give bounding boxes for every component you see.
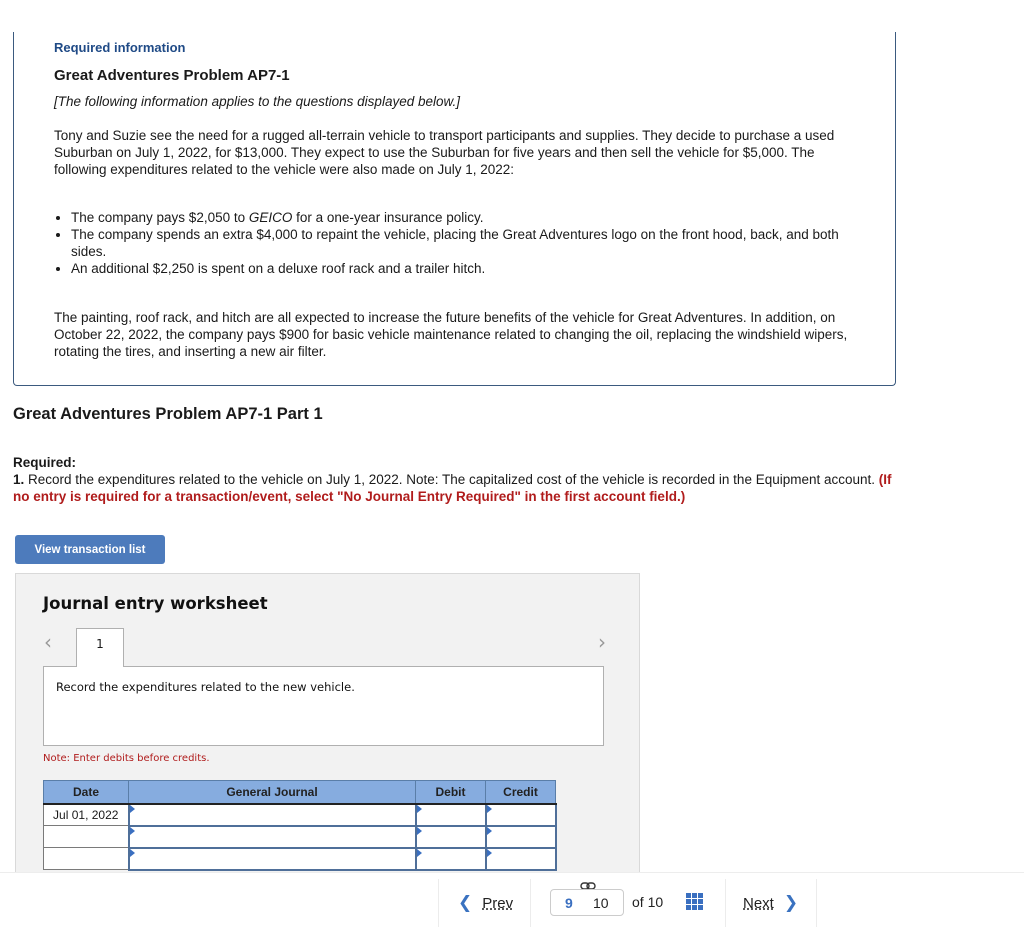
prev-button[interactable]: ❮ Prev xyxy=(458,893,513,913)
current-page[interactable]: 9 xyxy=(565,895,573,911)
column-header-debit: Debit xyxy=(415,780,486,805)
chevron-right-icon: ❯ xyxy=(783,893,799,913)
credit-input[interactable] xyxy=(486,804,555,825)
debits-note: Note: Enter debits before credits. xyxy=(43,753,210,764)
linked-page[interactable]: 10 xyxy=(593,895,609,911)
item-number: 1. xyxy=(13,472,25,487)
account-input[interactable] xyxy=(129,804,415,825)
list-item: The company pays $2,050 to GEICO for a o… xyxy=(71,209,844,226)
account-input[interactable] xyxy=(129,826,415,847)
chevron-right-icon[interactable]: › xyxy=(598,630,606,654)
account-input[interactable] xyxy=(129,848,415,869)
worksheet-title: Journal entry worksheet xyxy=(43,594,268,613)
table-row xyxy=(43,824,557,849)
divider xyxy=(816,879,817,927)
pagination-bar: ❮ Prev 9 10 of 10 Next ❯ xyxy=(0,872,1024,928)
account-cell[interactable] xyxy=(127,802,417,827)
description-text: Record the expenditures related to the n… xyxy=(56,680,355,694)
date-cell xyxy=(43,847,129,870)
problem-title: Great Adventures Problem AP7-1 xyxy=(54,67,290,84)
journal-table: Date General Journal Debit Credit Jul 01… xyxy=(43,780,557,871)
divider xyxy=(438,879,439,927)
applies-note: [The following information applies to th… xyxy=(54,94,460,109)
view-transaction-list-button[interactable]: View transaction list xyxy=(15,535,165,564)
next-button[interactable]: Next ❯ xyxy=(743,893,798,913)
next-label: Next xyxy=(743,894,774,912)
part-title: Great Adventures Problem AP7-1 Part 1 xyxy=(13,405,323,423)
required-information-label: Required information xyxy=(54,40,186,55)
credit-cell[interactable] xyxy=(484,802,557,827)
instruction-text: Record the expenditures related to the v… xyxy=(24,472,879,487)
credit-cell[interactable] xyxy=(484,824,557,849)
required-label: Required: xyxy=(13,455,77,470)
grid-icon[interactable] xyxy=(686,893,703,910)
date-cell xyxy=(43,825,129,848)
closing-paragraph: The painting, roof rack, and hitch are a… xyxy=(54,310,848,359)
debit-cell[interactable] xyxy=(414,802,487,827)
table-row: Jul 01, 2022 xyxy=(43,802,557,827)
column-header-credit: Credit xyxy=(485,780,556,805)
table-row xyxy=(43,846,557,871)
debit-input[interactable] xyxy=(416,804,485,825)
chevron-left-icon: ❮ xyxy=(458,893,473,913)
date-cell: Jul 01, 2022 xyxy=(43,803,129,826)
journal-entry-worksheet: Journal entry worksheet ‹ 1 › Record the… xyxy=(15,573,640,873)
required-information-panel: Required information Great Adventures Pr… xyxy=(13,32,896,386)
debit-cell[interactable] xyxy=(414,846,487,871)
bullet-text: The company pays $2,050 to xyxy=(71,210,249,225)
divider xyxy=(725,879,726,927)
column-header-date: Date xyxy=(43,780,129,805)
intro-paragraph: Tony and Suzie see the need for a rugged… xyxy=(54,128,835,177)
account-cell[interactable] xyxy=(127,846,417,871)
debit-input[interactable] xyxy=(416,848,485,869)
divider xyxy=(530,879,531,927)
required-instruction: 1. Record the expenditures related to th… xyxy=(13,471,893,505)
list-item: An additional $2,250 is spent on a delux… xyxy=(71,260,844,277)
chevron-left-icon[interactable]: ‹ xyxy=(44,630,52,654)
page-count: of 10 xyxy=(632,894,664,910)
account-cell[interactable] xyxy=(127,824,417,849)
prev-label: Prev xyxy=(482,894,514,912)
debit-input[interactable] xyxy=(416,826,485,847)
bullet-text: for a one-year insurance policy. xyxy=(292,210,484,225)
expenditure-list: The company pays $2,050 to GEICO for a o… xyxy=(54,209,844,277)
company-name: GEICO xyxy=(248,210,293,225)
page-selector[interactable]: 9 10 xyxy=(550,889,624,916)
credit-input[interactable] xyxy=(486,848,555,869)
column-header-general-journal: General Journal xyxy=(128,780,416,805)
worksheet-tab-1[interactable]: 1 xyxy=(76,628,124,667)
debit-cell[interactable] xyxy=(414,824,487,849)
credit-input[interactable] xyxy=(486,826,555,847)
credit-cell[interactable] xyxy=(484,846,557,871)
transaction-description: Record the expenditures related to the n… xyxy=(43,666,604,746)
list-item: The company spends an extra $4,000 to re… xyxy=(71,226,844,260)
